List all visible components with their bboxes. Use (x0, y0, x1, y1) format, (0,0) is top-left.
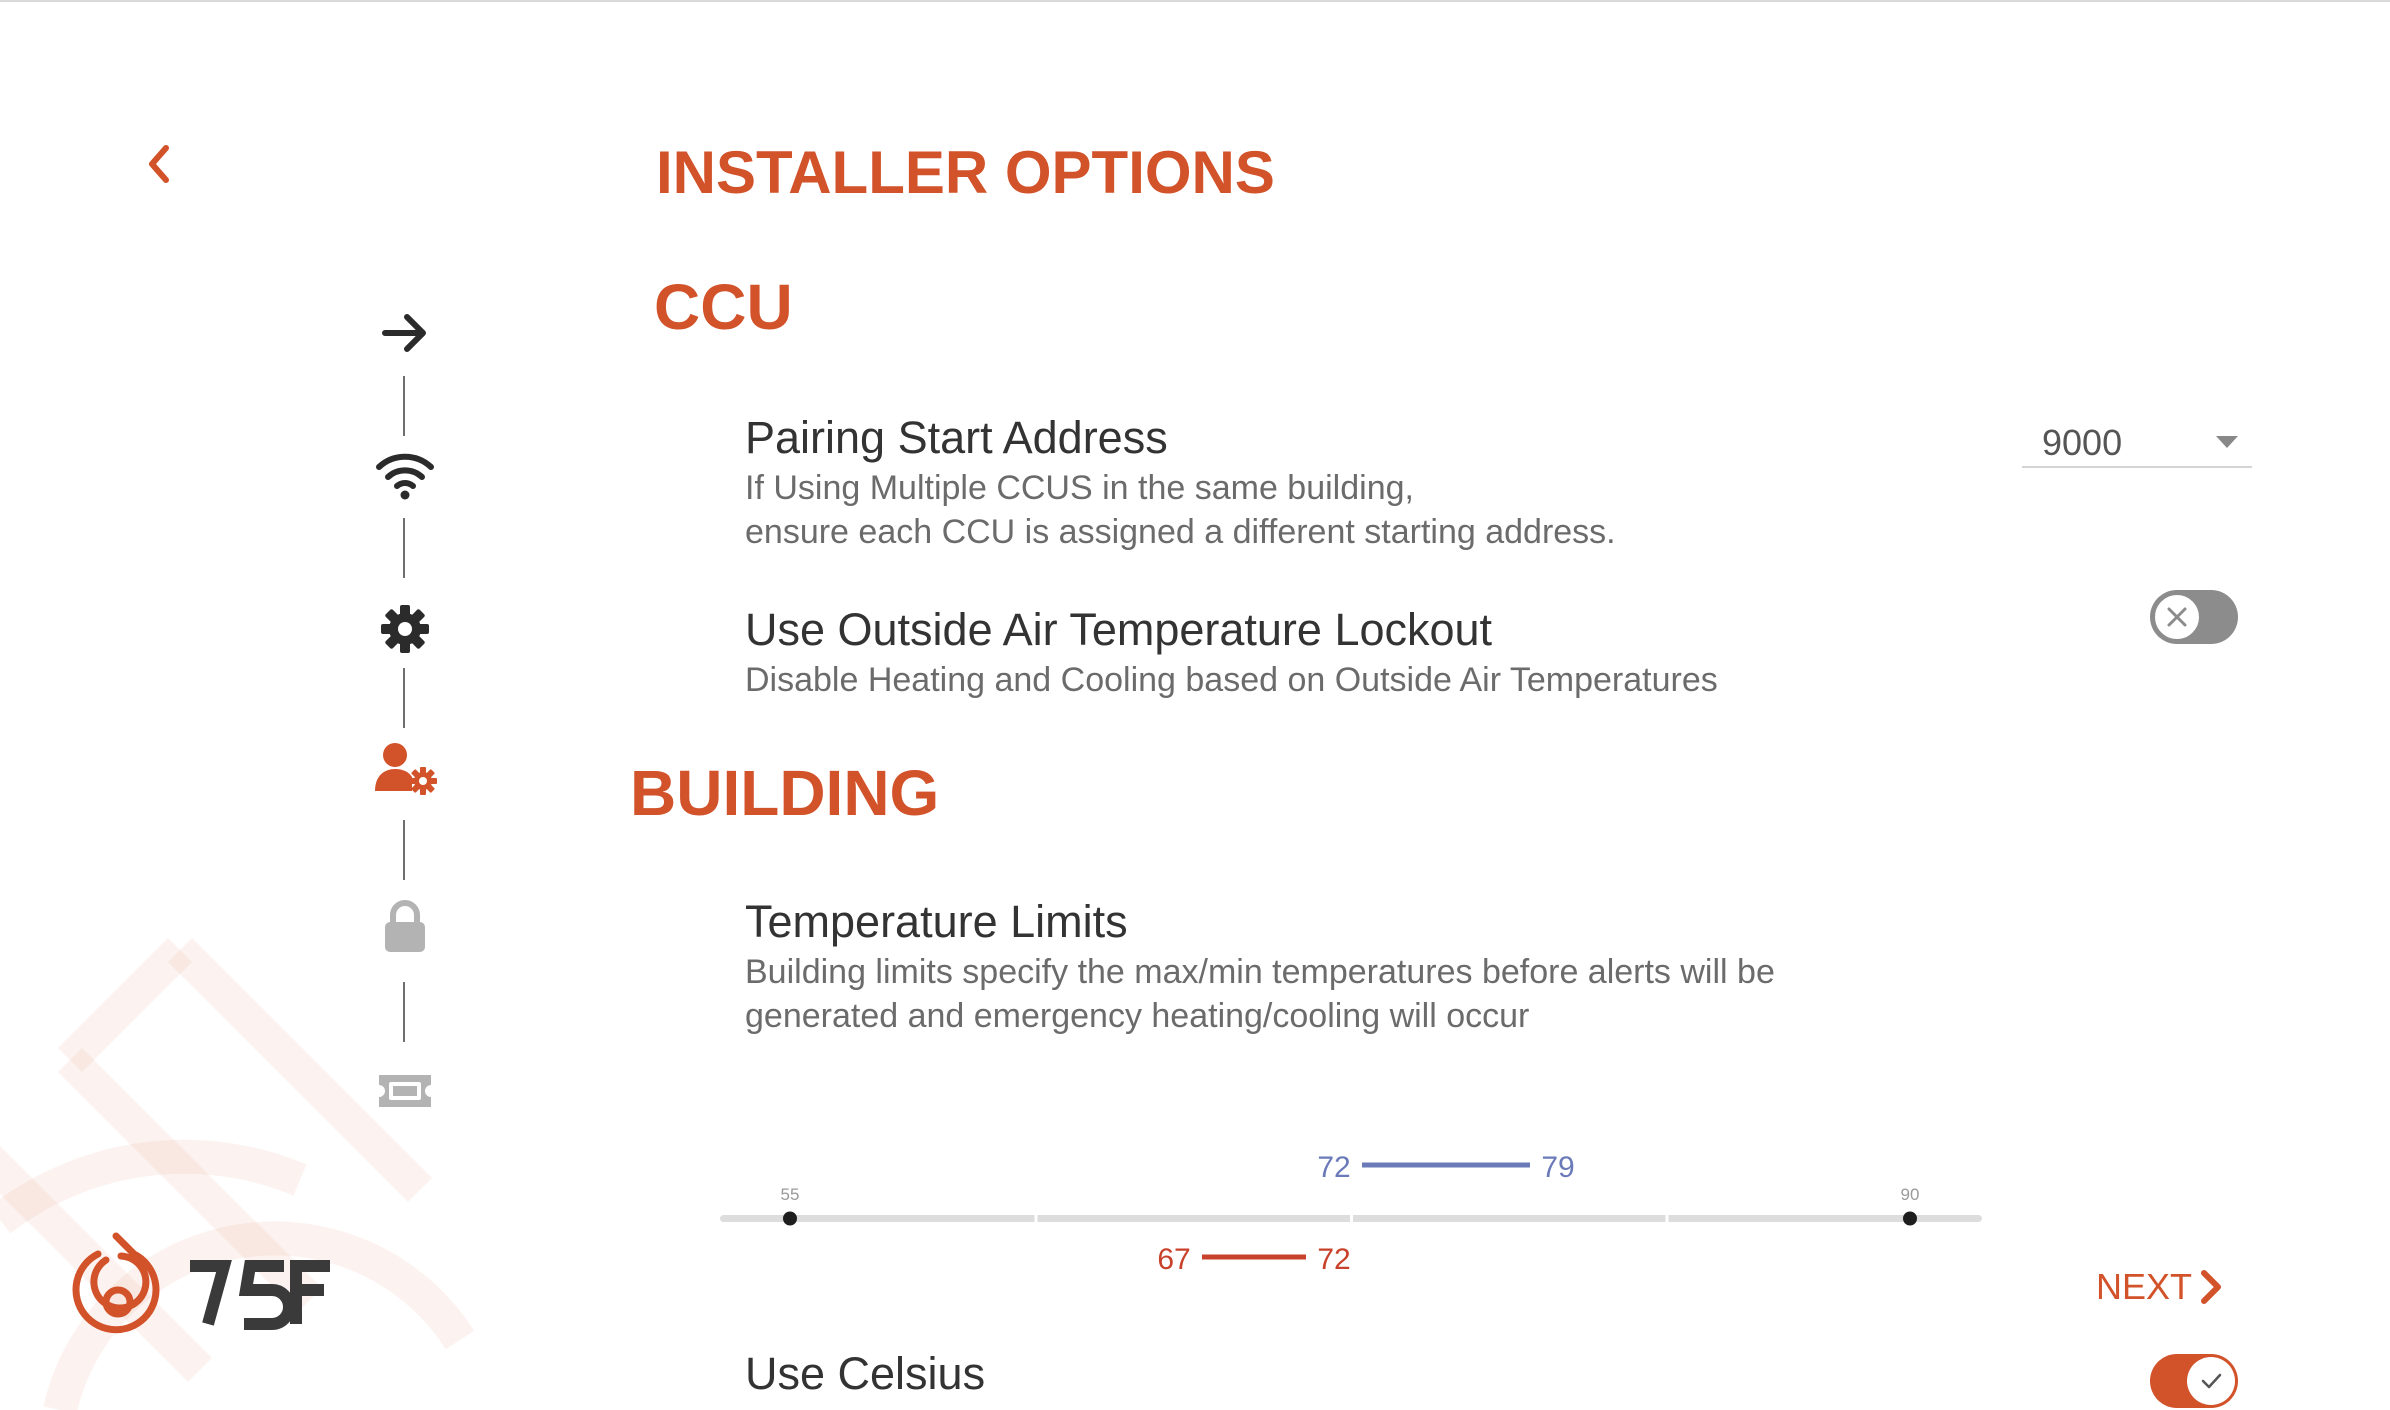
75f-logo-icon (72, 1232, 330, 1334)
pairing-start-address-title: Pairing Start Address (745, 412, 1168, 463)
chevron-right-icon (2201, 1270, 2222, 1304)
use-celsius-title: Use Celsius (745, 1348, 986, 1399)
use-celsius-toggle[interactable] (2150, 1354, 2238, 1408)
back-button[interactable] (136, 140, 184, 188)
building-heading: BUILDING (630, 757, 940, 829)
temperature-limits-slider[interactable]: 55 90 72 79 67 72 (700, 1130, 2000, 1290)
range-max-label: 90 (1901, 1185, 1920, 1204)
range-min-label: 55 (781, 1185, 800, 1204)
lock-icon (385, 900, 425, 952)
arrow-right-icon (382, 314, 426, 352)
cooling-high-label: 79 (1541, 1151, 1574, 1184)
close-icon (2167, 607, 2187, 627)
cooling-low-label: 72 (1317, 1151, 1350, 1184)
heating-high-label: 72 (1317, 1243, 1350, 1276)
pairing-desc-line2: ensure each CCU is assigned a different … (745, 513, 1616, 551)
temperature-limits-title: Temperature Limits (745, 896, 1128, 947)
step-connector (403, 668, 405, 728)
page-title: INSTALLER OPTIONS (656, 139, 1275, 206)
user-gear-icon (375, 743, 437, 795)
step-installer (370, 734, 440, 804)
step-arrow (370, 298, 440, 368)
range-max-handle[interactable] (1903, 1211, 1917, 1226)
gear-icon (381, 605, 429, 653)
next-button[interactable]: NEXT (2096, 1266, 2226, 1308)
ticket-icon (379, 1075, 431, 1107)
step-connector (403, 376, 405, 436)
slider-segment-divider (1034, 1215, 1038, 1222)
check-icon (2201, 1373, 2222, 1389)
brand-logo (66, 1228, 386, 1348)
heating-low-label: 67 (1157, 1243, 1190, 1276)
pairing-desc-line1: If Using Multiple CCUS in the same build… (745, 469, 1414, 507)
oat-lockout-title: Use Outside Air Temperature Lockout (745, 604, 1493, 655)
step-connector (403, 518, 405, 578)
step-connector (403, 820, 405, 880)
step-finish (370, 1056, 440, 1126)
top-border (0, 0, 2390, 2)
step-connector (403, 982, 405, 1042)
toggle-knob (2153, 593, 2201, 641)
ccu-heading: CCU (654, 271, 793, 343)
wifi-icon (376, 453, 434, 500)
temp-limits-desc-line2: generated and emergency heating/cooling … (745, 997, 1530, 1035)
pairing-start-address-desc: If Using Multiple CCUS in the same build… (745, 466, 1616, 554)
step-security (370, 892, 440, 962)
chevron-left-icon (149, 145, 169, 183)
step-wifi (370, 440, 440, 510)
pairing-start-address-dropdown[interactable]: 9000 (2022, 412, 2252, 468)
step-settings (370, 594, 440, 664)
dropdown-selected-value: 9000 (2042, 422, 2123, 463)
temperature-limits-desc: Building limits specify the max/min temp… (745, 950, 1775, 1038)
slider-segment-divider (1665, 1215, 1669, 1222)
caret-down-icon (2216, 436, 2238, 448)
oat-lockout-toggle[interactable] (2150, 590, 2238, 644)
temp-limits-desc-line1: Building limits specify the max/min temp… (745, 953, 1775, 991)
oat-lockout-desc: Disable Heating and Cooling based on Out… (745, 661, 1718, 699)
slider-segment-divider (1350, 1215, 1353, 1222)
toggle-knob (2187, 1357, 2235, 1405)
range-min-handle[interactable] (783, 1211, 797, 1226)
next-button-label: NEXT (2096, 1266, 2193, 1307)
